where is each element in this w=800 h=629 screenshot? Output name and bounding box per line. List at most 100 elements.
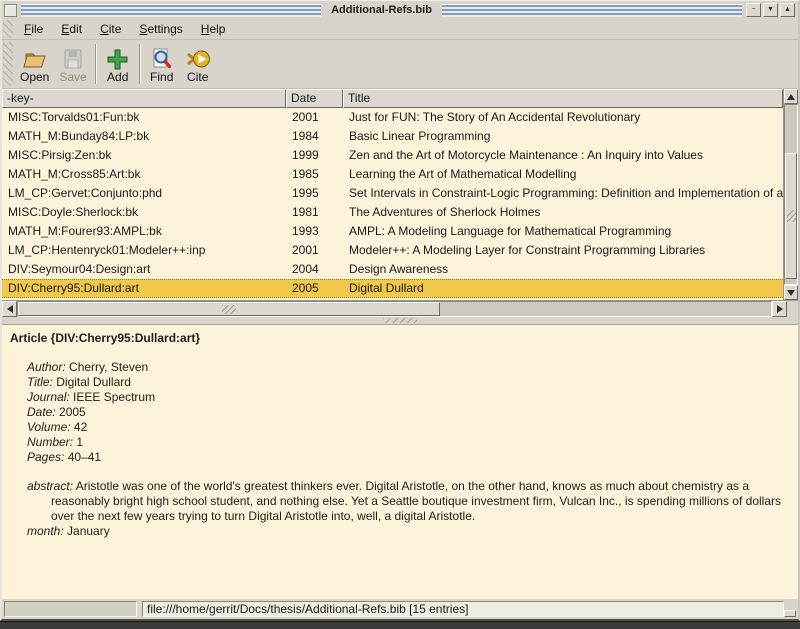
entry-month: month: January	[27, 524, 788, 539]
menu-help[interactable]: Help	[192, 20, 235, 38]
reference-table: -key- Date Title MISC:Torvalds01:Fun:bk2…	[2, 89, 798, 300]
cell-key: MATH_M:Bunday84:LP:bk	[2, 127, 286, 146]
toolbar-button-label: Cite	[187, 71, 208, 84]
scroll-right-button[interactable]	[772, 301, 787, 317]
scroll-up-button[interactable]	[784, 89, 798, 104]
minimize-button[interactable]: −	[746, 3, 761, 17]
arrow-right-icon	[777, 305, 783, 313]
hscroll-row	[2, 300, 798, 317]
scroll-down-button[interactable]	[784, 285, 798, 300]
abstract-label: abstract:	[27, 479, 73, 493]
cell-key: MISC:Torvalds01:Fun:bk	[2, 108, 286, 127]
field-number: Number: 1	[27, 435, 788, 450]
field-value: 40–41	[64, 450, 101, 464]
vertical-scrollbar[interactable]	[783, 89, 798, 300]
cell-key: LM_CP:Hentenryck01:Modeler++:inp	[2, 241, 286, 260]
cite-icon	[185, 47, 211, 71]
cell-title: Zen and the Art of Motorcycle Maintenanc…	[343, 146, 783, 165]
column-header-title[interactable]: Title	[343, 89, 783, 108]
toolbar-separator	[95, 44, 97, 84]
vertical-scrollbar-trough[interactable]	[784, 104, 798, 285]
menu-items: FileEditCiteSettingsHelp	[15, 20, 234, 38]
add-plus-icon	[105, 47, 131, 71]
field-label: Title:	[27, 375, 53, 389]
field-label: Date:	[27, 405, 56, 419]
table-row[interactable]: MATH_M:Fourer93:AMPL:bk1993AMPL: A Model…	[2, 222, 783, 241]
vertical-scrollbar-thumb[interactable]	[785, 153, 797, 278]
entry-heading: Article {DIV:Cherry95:Dullard:art}	[10, 331, 788, 346]
cell-title: Design Awareness	[343, 260, 783, 279]
field-author: Author: Cherry, Steven	[27, 360, 788, 375]
open-folder-icon	[22, 47, 48, 71]
column-header-date[interactable]: Date	[286, 89, 343, 108]
cell-date: 1985	[286, 165, 343, 184]
cite-button[interactable]: Cite	[180, 41, 216, 87]
window-resize-grip[interactable]	[784, 610, 796, 617]
pane-splitter[interactable]	[2, 317, 798, 324]
table-row[interactable]: MISC:Pirsig:Zen:bk1999Zen and the Art of…	[2, 146, 783, 165]
field-journal: Journal: IEEE Spectrum	[27, 390, 788, 405]
field-value: Digital Dullard	[53, 375, 131, 389]
cell-date: 1984	[286, 127, 343, 146]
menu-edit[interactable]: Edit	[52, 20, 91, 38]
statusbar: file:///home/gerrit/Docs/thesis/Addition…	[2, 599, 798, 619]
toolbar-button-label: Add	[107, 71, 128, 84]
shade-button[interactable]: ▼	[763, 3, 778, 17]
field-value: 1	[73, 435, 83, 449]
table-row[interactable]: MATH_M:Cross85:Art:bk1985Learning the Ar…	[2, 165, 783, 184]
cell-date: 2001	[286, 241, 343, 260]
cell-title: Modeler++: A Modeling Layer for Constrai…	[343, 241, 783, 260]
cell-date: 2004	[286, 260, 343, 279]
field-pages: Pages: 40–41	[27, 450, 788, 465]
add-button[interactable]: Add	[100, 41, 136, 87]
thumb-grip-icon	[787, 210, 796, 222]
menubar: FileEditCiteSettingsHelp	[2, 19, 798, 40]
cell-date: 1981	[286, 203, 343, 222]
save-floppy-icon	[60, 47, 86, 71]
toolbar-grip-handle[interactable]	[3, 42, 13, 86]
cell-title: The Adventures of Sherlock Holmes	[343, 203, 783, 222]
table-row[interactable]: LM_CP:Hentenryck01:Modeler++:inp2001Mode…	[2, 241, 783, 260]
window-title: Additional-Refs.bib	[325, 4, 438, 16]
menu-file[interactable]: File	[15, 20, 52, 38]
toolbar-button-label: Save	[59, 71, 86, 84]
column-header-key[interactable]: -key-	[2, 89, 286, 108]
table-row-selected[interactable]: DIV:Cherry95:Dullard:art2005Digital Dull…	[2, 279, 783, 298]
status-file-path: file:///home/gerrit/Docs/thesis/Addition…	[142, 601, 784, 617]
toolbar: Open Save Add Find Cite	[2, 40, 798, 89]
arrow-down-icon	[787, 290, 795, 296]
thumb-grip-icon	[222, 305, 236, 314]
maximize-button[interactable]: ▲	[780, 3, 795, 17]
field-label: Pages:	[27, 450, 64, 464]
menubar-grip-handle[interactable]	[3, 20, 13, 38]
horizontal-scrollbar[interactable]	[2, 300, 787, 317]
app-window: Additional-Refs.bib − ▼ ▲ FileEditCiteSe…	[0, 0, 800, 621]
table-row[interactable]: MISC:Torvalds01:Fun:bk2001Just for FUN: …	[2, 108, 783, 127]
table-row[interactable]: DIV:Seymour04:Design:art2004Design Aware…	[2, 260, 783, 279]
horizontal-scrollbar-thumb[interactable]	[18, 302, 440, 316]
menu-settings[interactable]: Settings	[130, 20, 191, 38]
window-controls: − ▼ ▲	[746, 3, 795, 17]
cell-key: LM_CP:Gervet:Conjunto:phd	[2, 184, 286, 203]
toolbar-button-label: Open	[20, 71, 49, 84]
field-value: IEEE Spectrum	[70, 390, 155, 404]
open-button[interactable]: Open	[15, 41, 54, 87]
cell-title: Digital Dullard	[343, 280, 783, 297]
table-row[interactable]: MISC:Doyle:Sherlock:bk1981The Adventures…	[2, 203, 783, 222]
cell-key: MATH_M:Cross85:Art:bk	[2, 165, 286, 184]
titlebar[interactable]: Additional-Refs.bib − ▼ ▲	[2, 1, 798, 19]
cell-key: DIV:Cherry95:Dullard:art	[2, 280, 286, 297]
abstract-value: Aristotle was one of the world's greates…	[51, 479, 781, 523]
field-value: 2005	[56, 405, 86, 419]
menu-cite[interactable]: Cite	[91, 20, 130, 38]
desktop-background	[0, 621, 800, 629]
table-row[interactable]: LM_CP:Gervet:Conjunto:phd1995Set Interva…	[2, 184, 783, 203]
find-button[interactable]: Find	[144, 41, 180, 87]
table-row[interactable]: MATH_M:Bunday84:LP:bk1984Basic Linear Pr…	[2, 127, 783, 146]
toolbar-items: Open Save Add Find Cite	[15, 41, 216, 87]
status-box-empty	[4, 601, 137, 617]
window-menu-icon[interactable]	[4, 4, 17, 17]
horizontal-scrollbar-trough[interactable]	[17, 301, 772, 317]
scroll-left-button[interactable]	[2, 301, 17, 317]
cell-date: 1995	[286, 184, 343, 203]
